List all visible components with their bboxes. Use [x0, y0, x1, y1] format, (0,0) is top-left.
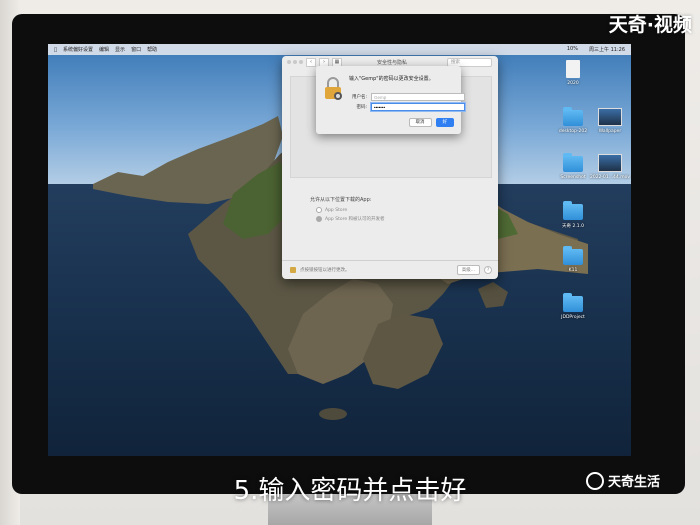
logo-icon [585, 471, 604, 490]
desktop-item-label: K11 [568, 268, 578, 273]
folder-icon [563, 246, 583, 265]
lock-icon[interactable] [290, 267, 296, 273]
desktop-item-label: 2022-01...44.mov [589, 175, 631, 180]
desktop-item-label: desktop-202 [558, 129, 588, 134]
apple-icon[interactable]:  [54, 47, 57, 53]
desktop-item[interactable]: Wallpaper [590, 108, 630, 134]
password-field[interactable] [371, 103, 465, 111]
watermark-bottom: 天奇生活 [585, 471, 660, 490]
watermark-bottom-text: 天奇生活 [607, 475, 660, 490]
screen:  系统偏好设置 编辑 显示 窗口 帮助 10% 周三上午 11:26 2020… [48, 44, 631, 456]
status-area: 10% 周三上午 11:26 [561, 46, 625, 53]
desktop-item[interactable]: JDDProject [553, 293, 593, 320]
authentication-dialog: 输入"Gemp"的密码以更改安全设置。 用户名: 密码: 取消 好 [316, 66, 465, 134]
video-thumbnail-icon [598, 154, 622, 172]
zoom-window-button[interactable] [299, 60, 303, 64]
radio-app-store[interactable]: App Store [316, 207, 347, 213]
password-row: 密码: [349, 103, 465, 111]
menu-item-window[interactable]: 窗口 [131, 46, 141, 53]
folder-icon [563, 293, 583, 312]
password-label: 密码: [356, 105, 367, 110]
close-window-button[interactable] [287, 60, 291, 64]
lock-hint: 点按锁按钮以进行更改。 [300, 268, 350, 273]
menu-bar:  系统偏好设置 编辑 显示 窗口 帮助 10% 周三上午 11:26 [48, 44, 631, 55]
clock[interactable]: 周三上午 11:26 [589, 46, 625, 53]
back-button[interactable]: ‹ [306, 57, 316, 67]
cancel-button[interactable]: 取消 [408, 118, 432, 127]
menu-item-app[interactable]: 系统偏好设置 [63, 46, 93, 53]
window-title: 安全性与隐私 [377, 60, 408, 66]
radio-app-store-identified[interactable]: App Store 和被认可的开发者 [316, 216, 385, 222]
username-field[interactable] [371, 93, 465, 101]
watermark-logo: 天奇·视频 [608, 14, 692, 36]
username-row: 用户名: [349, 93, 465, 101]
radio-label: App Store [325, 207, 348, 213]
radio-icon [316, 207, 322, 213]
desktop-item[interactable]: K11 [553, 246, 593, 273]
battery-percent[interactable]: 10% [567, 46, 578, 53]
allow-apps-heading: 允许从以下位置下载的App: [310, 197, 372, 203]
desktop-item[interactable]: 2022-01...44.mov [590, 154, 630, 180]
folder-icon [563, 107, 583, 126]
desktop-item-label: JDDProject [561, 315, 585, 320]
window-footer: 点按锁按钮以进行更改。 高级... ? [282, 260, 498, 279]
ok-button[interactable]: 好 [435, 118, 454, 127]
username-label: 用户名: [351, 95, 367, 100]
menu-item-help[interactable]: 帮助 [147, 46, 157, 53]
minimize-window-button[interactable] [293, 60, 297, 64]
padlock-icon [325, 77, 342, 100]
folder-icon [563, 153, 583, 172]
image-thumbnail-icon [598, 108, 622, 126]
desktop-item-label: 天奇 2.1.0 [562, 224, 584, 229]
help-button[interactable]: ? [484, 266, 492, 274]
dialog-buttons: 取消 好 [408, 118, 454, 127]
desktop-item-label: Screenshot [560, 175, 586, 180]
radio-label: App Store 和被认可的开发者 [325, 217, 385, 222]
desktop-item-label: 2020 [567, 81, 579, 86]
auth-message: 输入"Gemp"的密码以更改安全设置。 [349, 76, 434, 82]
desktop-item[interactable]: 2020 [553, 60, 593, 86]
folder-icon [563, 201, 583, 220]
advanced-button[interactable]: 高级... [456, 265, 480, 275]
desktop-item[interactable]: 天奇 2.1.0 [553, 201, 593, 229]
document-icon [566, 60, 580, 78]
desktop-item-label: Wallpaper [598, 129, 622, 134]
menu-item-edit[interactable]: 编辑 [99, 46, 109, 53]
menu-item-view[interactable]: 显示 [115, 46, 125, 53]
desktop-item[interactable]: desktop-202 [553, 107, 593, 134]
desktop-item[interactable]: Screenshot [553, 153, 593, 180]
radio-selected-icon [316, 216, 322, 222]
